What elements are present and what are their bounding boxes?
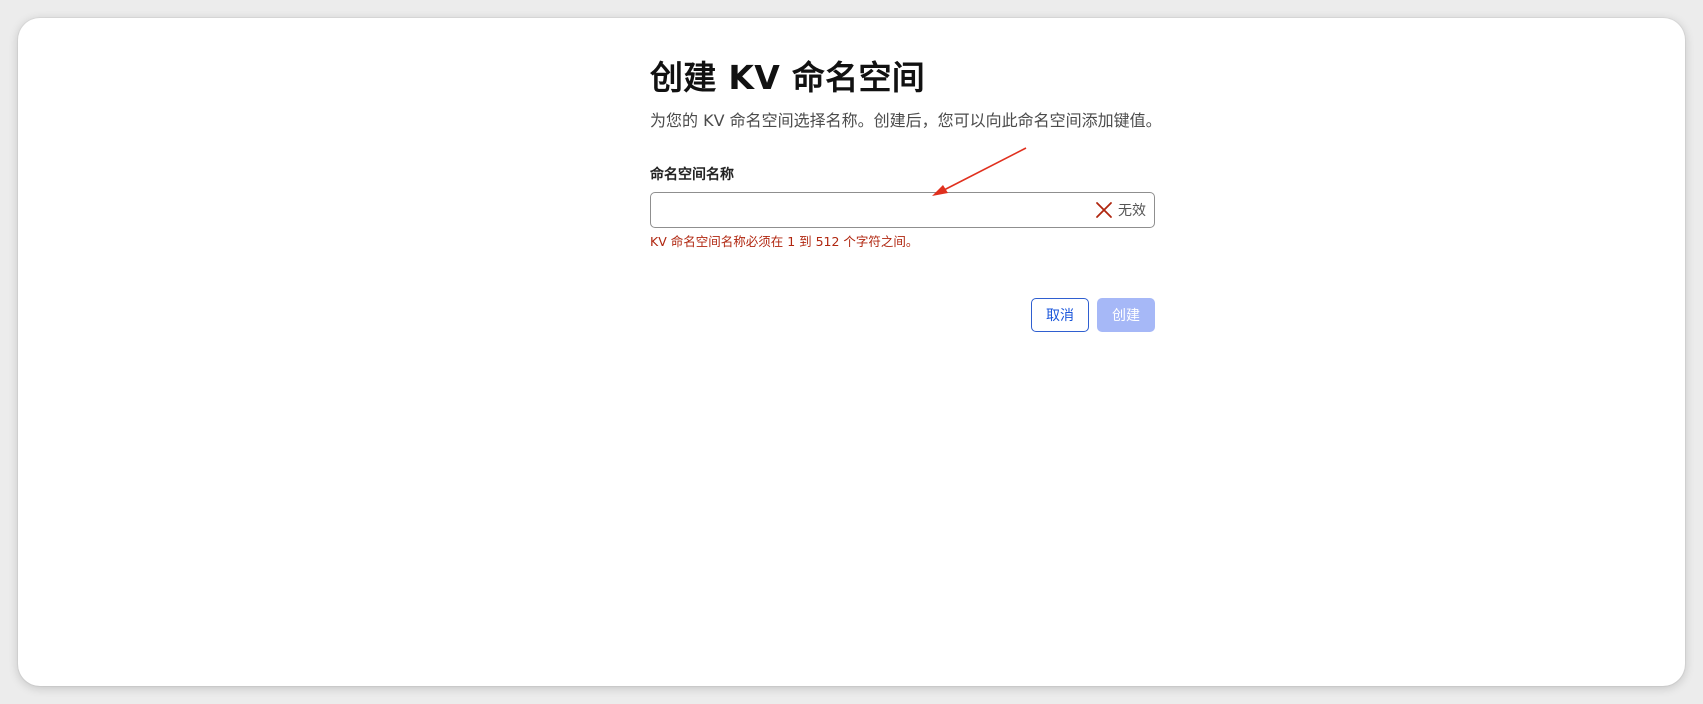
page-title: 创建 KV 命名空间 [650, 58, 926, 97]
cancel-button[interactable]: 取消 [1031, 298, 1089, 332]
error-message: KV 命名空间名称必须在 1 到 512 个字符之间。 [650, 234, 919, 250]
namespace-name-field: 无效 [650, 192, 1155, 229]
invalid-label: 无效 [1118, 203, 1146, 220]
page-subtitle: 为您的 KV 命名空间选择名称。创建后，您可以向此命名空间添加键值。 [650, 110, 1162, 130]
invalid-indicator: 无效 [1095, 193, 1146, 227]
close-x-icon [1096, 202, 1112, 219]
namespace-name-label: 命名空间名称 [650, 167, 734, 184]
form-actions: 取消 创建 [650, 298, 1155, 332]
namespace-name-input[interactable] [651, 193, 1091, 228]
create-button[interactable]: 创建 [1097, 298, 1155, 332]
create-namespace-form: 创建 KV 命名空间 为您的 KV 命名空间选择名称。创建后，您可以向此命名空间… [650, 58, 1172, 332]
window: 创建 KV 命名空间 为您的 KV 命名空间选择名称。创建后，您可以向此命名空间… [18, 18, 1685, 686]
